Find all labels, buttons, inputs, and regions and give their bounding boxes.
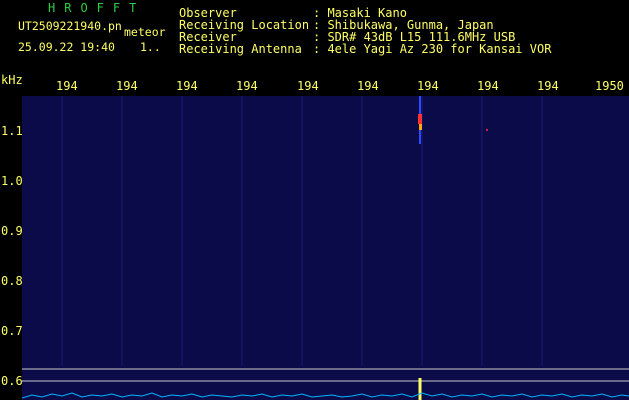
timestamp: 25.09.22 19:40 [18,40,115,54]
x-tick: 194 [477,79,499,93]
x-tick: 194 [236,79,258,93]
x-tick: 194 [56,79,78,93]
y-tick: 0.6 [1,374,23,388]
x-tick: 194 [417,79,439,93]
plot-background [22,96,629,400]
spectrogram-plot [22,96,629,400]
antenna-label: Receiving Antenna [179,42,302,56]
x-tick: 194 [537,79,559,93]
x-tick: 194 [297,79,319,93]
x-tick: 194 [176,79,198,93]
x-tick: 1950 [595,79,624,93]
file-tag: meteor [124,25,166,39]
status-text: 1.. [140,40,161,54]
app-brand: HROFFT [48,1,146,15]
x-tick: 194 [116,79,138,93]
y-tick: 0.8 [1,274,23,288]
x-tick: 194 [357,79,379,93]
y-unit-label: kHz [1,73,23,87]
y-tick: 0.9 [1,224,23,238]
y-tick: 0.7 [1,324,23,338]
y-tick: 1.1 [1,124,23,138]
y-tick: 1.0 [1,174,23,188]
antenna-value: : 4ele Yagi Az 230 for Kansai VOR [313,42,552,56]
file-name: UT2509221940.pn [18,19,122,33]
